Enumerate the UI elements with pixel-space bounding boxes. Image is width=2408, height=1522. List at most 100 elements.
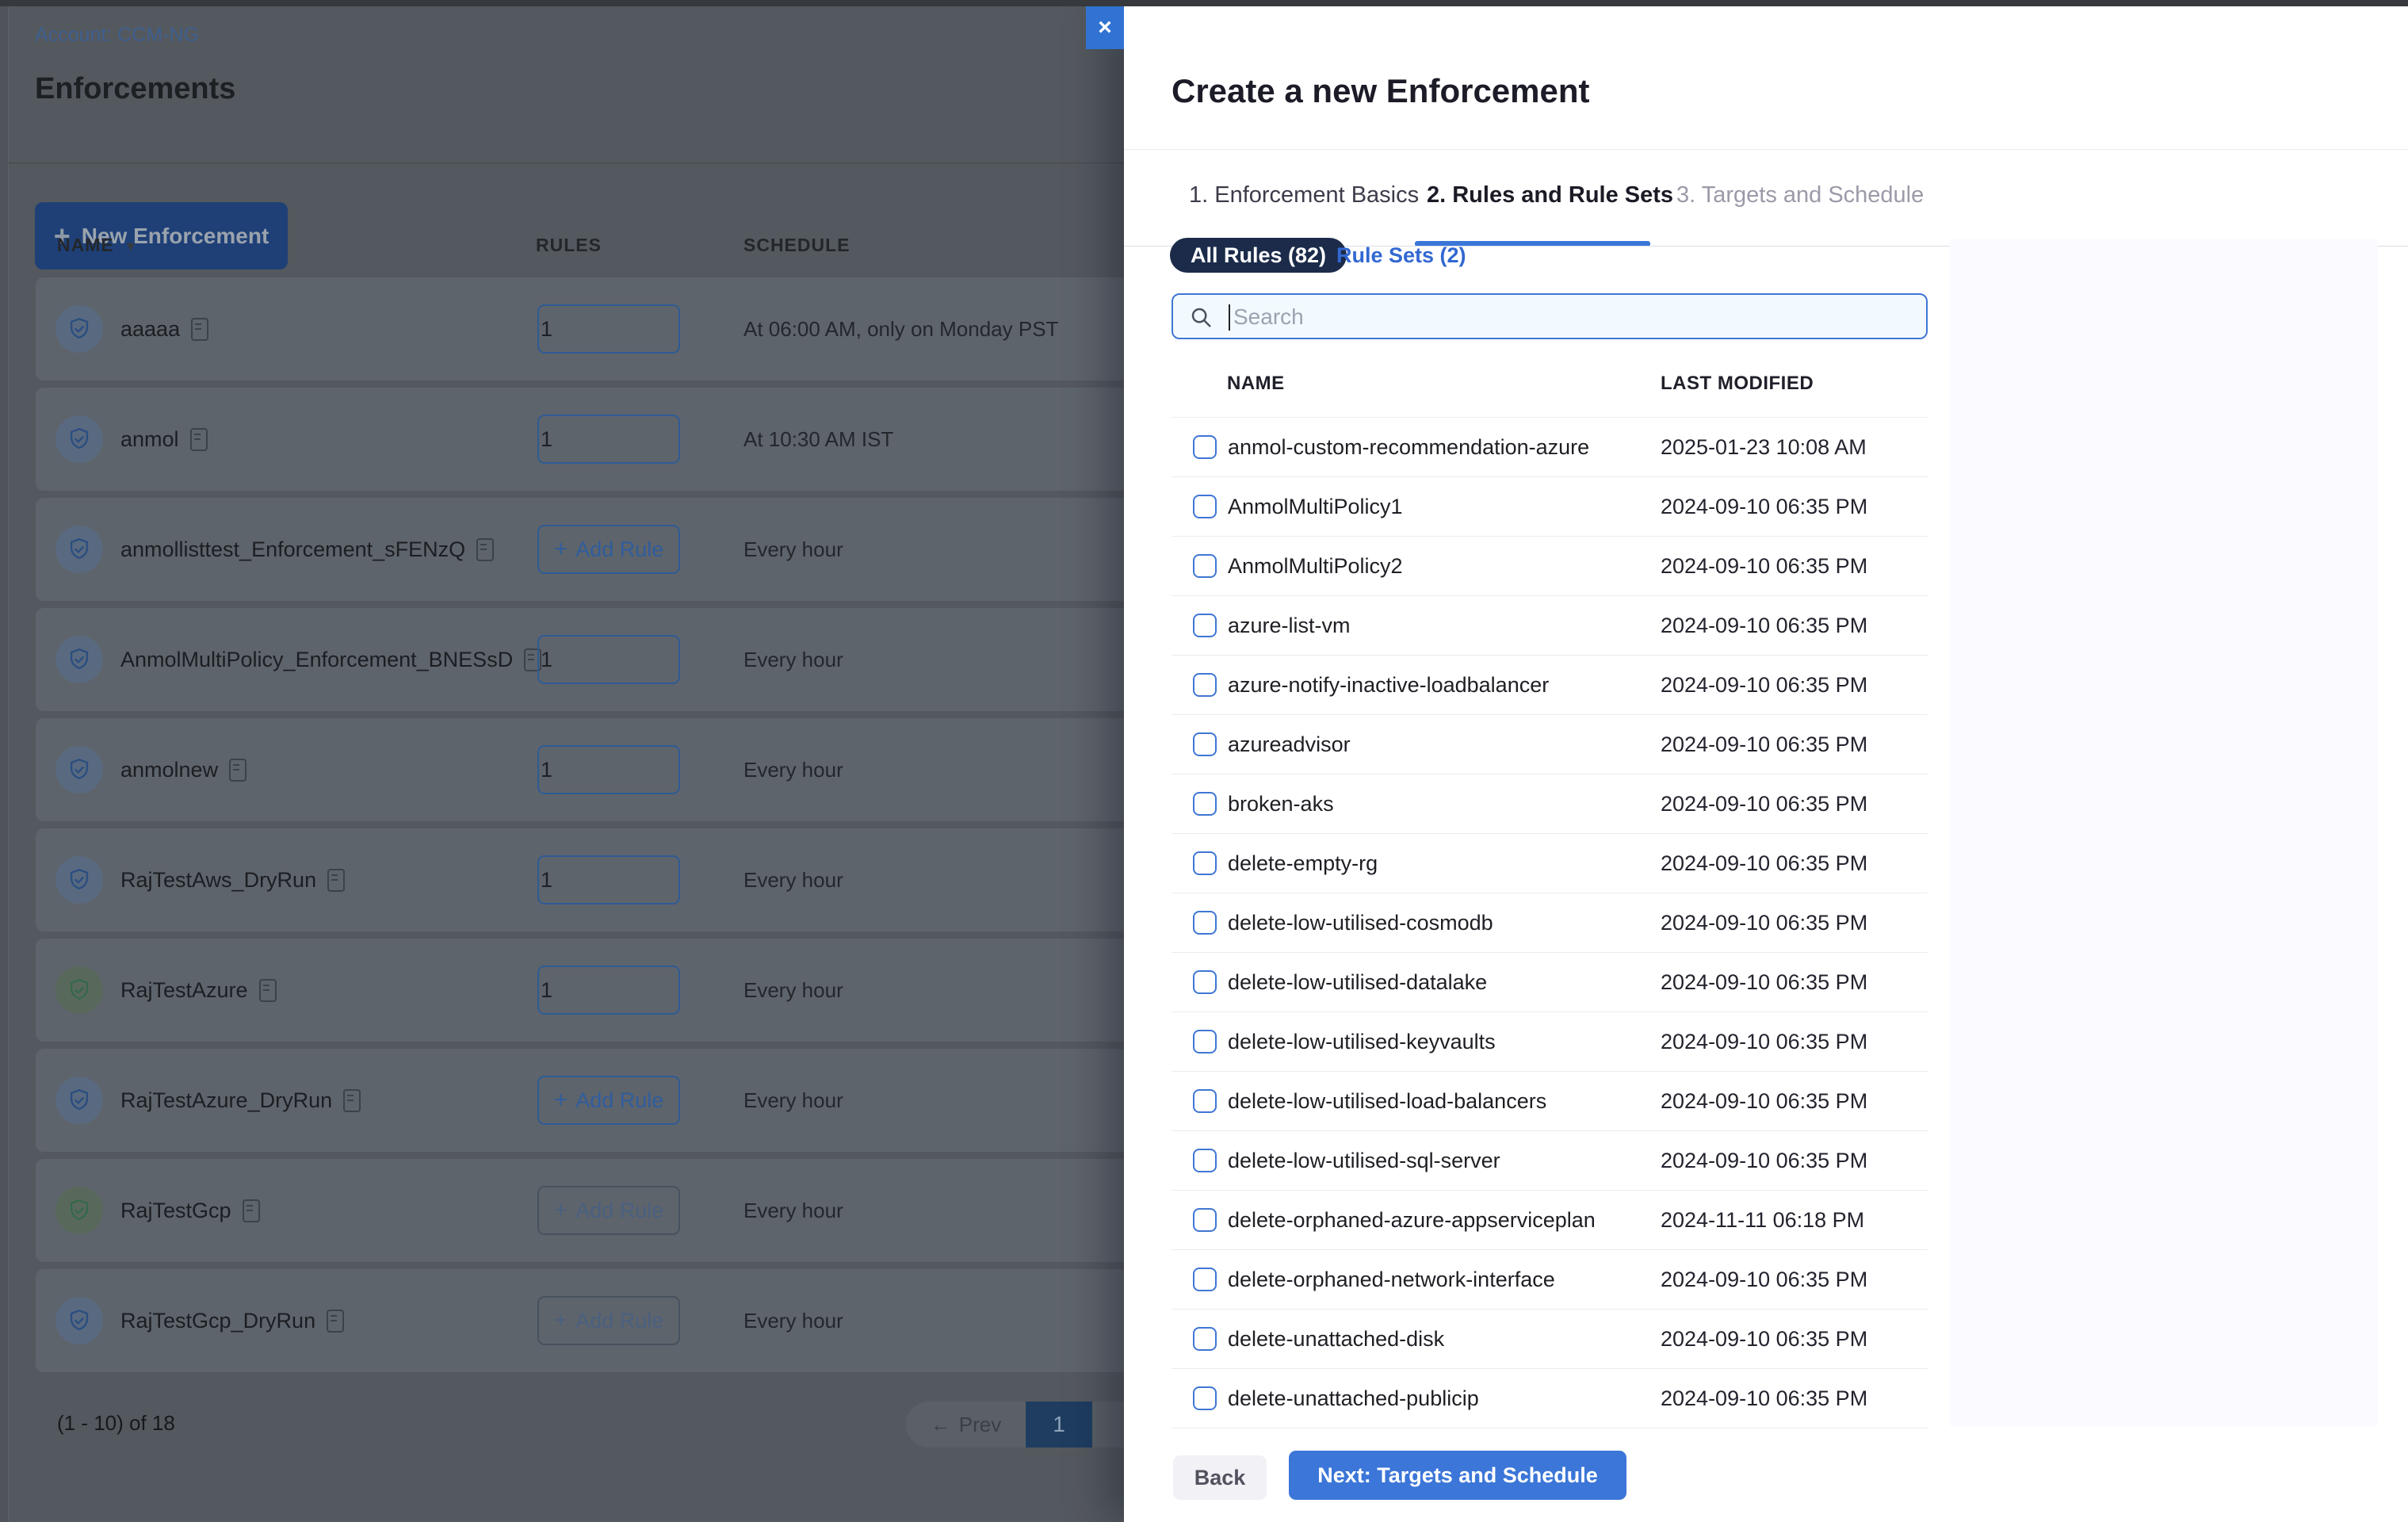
- rule-checkbox[interactable]: [1193, 673, 1217, 697]
- rule-row[interactable]: delete-empty-rg 2024-09-10 06:35 PM: [1172, 834, 1928, 893]
- rule-checkbox[interactable]: [1193, 851, 1217, 875]
- rule-row[interactable]: azure-notify-inactive-loadbalancer 2024-…: [1172, 656, 1928, 715]
- rule-row[interactable]: broken-aks 2024-09-10 06:35 PM: [1172, 774, 1928, 834]
- rule-row[interactable]: AnmolMultiPolicy1 2024-09-10 06:35 PM: [1172, 477, 1928, 537]
- rule-name: AnmolMultiPolicy2: [1228, 554, 1403, 579]
- plus-icon: +: [554, 1309, 568, 1333]
- enforcement-name: RajTestAws_DryRun: [120, 828, 345, 931]
- add-rule-button[interactable]: [537, 304, 680, 354]
- column-header-name-label: NAME: [57, 235, 114, 255]
- enforcement-row[interactable]: RajTestAzure_DryRun +Add Rule Every hour: [36, 1049, 1124, 1152]
- column-header-name[interactable]: NAME▾: [57, 235, 136, 256]
- enforcement-row[interactable]: anmol 1 At 10:30 AM IST: [36, 388, 1124, 491]
- enforcement-row[interactable]: anmollisttest_Enforcement_sFENzQ +Add Ru…: [36, 498, 1124, 601]
- rule-checkbox[interactable]: [1193, 1386, 1217, 1410]
- rule-checkbox[interactable]: [1193, 911, 1217, 935]
- shield-check-icon: [55, 415, 103, 463]
- rule-sets-filter-link[interactable]: Rule Sets (2): [1332, 238, 1471, 273]
- rule-checkbox[interactable]: [1193, 495, 1217, 518]
- rule-row[interactable]: delete-unattached-publicip 2024-09-10 06…: [1172, 1369, 1928, 1428]
- rule-checkbox[interactable]: [1193, 1268, 1217, 1291]
- window-top-strip: [0, 0, 2408, 6]
- rule-checkbox[interactable]: [1193, 435, 1217, 459]
- shield-check-icon: [55, 526, 103, 573]
- pagination-range-text: (1 - 10) of 18: [57, 1411, 175, 1436]
- add-rule-button[interactable]: +Add Rule: [537, 1186, 680, 1235]
- rule-checkbox[interactable]: [1193, 1149, 1217, 1172]
- enforcement-name: AnmolMultiPolicy_Enforcement_BNESsD: [120, 608, 541, 711]
- rule-checkbox[interactable]: [1193, 732, 1217, 756]
- add-rule-button[interactable]: [537, 635, 680, 684]
- add-rule-button[interactable]: [537, 855, 680, 904]
- rule-checkbox[interactable]: [1193, 1208, 1217, 1232]
- back-button[interactable]: Back: [1173, 1455, 1267, 1500]
- all-rules-filter-pill[interactable]: All Rules (82): [1170, 238, 1347, 273]
- schedule-text: Every hour: [743, 608, 843, 711]
- clipboard-icon: [476, 538, 494, 561]
- clipboard-icon: [191, 318, 208, 341]
- clipboard-icon: [327, 1310, 344, 1333]
- enforcement-row[interactable]: aaaaa 1 At 06:00 AM, only on Monday PST: [36, 277, 1124, 380]
- rule-checkbox[interactable]: [1193, 970, 1217, 994]
- rule-row[interactable]: delete-unattached-disk 2024-09-10 06:35 …: [1172, 1310, 1928, 1369]
- close-drawer-button[interactable]: ×: [1086, 6, 1124, 49]
- add-rule-button[interactable]: [537, 966, 680, 1015]
- pagination-page-1-button[interactable]: 1: [1026, 1402, 1092, 1447]
- rule-row[interactable]: azureadvisor 2024-09-10 06:35 PM: [1172, 715, 1928, 774]
- add-rule-button[interactable]: +Add Rule: [537, 1076, 680, 1125]
- enforcement-row[interactable]: RajTestAzure 1 Every hour: [36, 939, 1124, 1042]
- enforcement-row[interactable]: RajTestGcp_DryRun +Add Rule Every hour: [36, 1269, 1124, 1372]
- rule-checkbox[interactable]: [1193, 554, 1217, 578]
- search-input[interactable]: [1232, 296, 1917, 338]
- pagination: ← Prev 1: [906, 1402, 1124, 1447]
- rule-name: azureadvisor: [1228, 732, 1351, 757]
- shield-check-icon: [55, 856, 103, 904]
- rule-checkbox[interactable]: [1193, 614, 1217, 637]
- rule-row[interactable]: delete-low-utilised-datalake 2024-09-10 …: [1172, 953, 1928, 1012]
- rule-name: delete-low-utilised-keyvaults: [1228, 1030, 1496, 1054]
- rule-row[interactable]: delete-low-utilised-cosmodb 2024-09-10 0…: [1172, 893, 1928, 953]
- rule-row[interactable]: delete-orphaned-network-interface 2024-0…: [1172, 1250, 1928, 1310]
- pagination-prev-button[interactable]: ← Prev: [906, 1402, 1026, 1447]
- rule-name: broken-aks: [1228, 792, 1334, 816]
- rule-row[interactable]: delete-orphaned-azure-appserviceplan 202…: [1172, 1191, 1928, 1250]
- clipboard-icon: [259, 979, 277, 1002]
- rule-last-modified: 2024-11-11 06:18 PM: [1661, 1208, 1864, 1233]
- rule-row[interactable]: AnmolMultiPolicy2 2024-09-10 06:35 PM: [1172, 537, 1928, 596]
- enforcement-row[interactable]: AnmolMultiPolicy_Enforcement_BNESsD 1 Ev…: [36, 608, 1124, 711]
- add-rule-button[interactable]: [537, 415, 680, 464]
- rule-row[interactable]: anmol-custom-recommendation-azure 2025-0…: [1172, 418, 1928, 477]
- enforcement-row[interactable]: RajTestGcp +Add Rule Every hour: [36, 1159, 1124, 1262]
- plus-icon: +: [554, 1088, 568, 1112]
- rule-row[interactable]: delete-low-utilised-keyvaults 2024-09-10…: [1172, 1012, 1928, 1072]
- step-tab-rules-and-rule-sets[interactable]: 2. Rules and Rule Sets: [1427, 182, 1673, 208]
- schedule-text: Every hour: [743, 939, 843, 1042]
- enforcement-row[interactable]: RajTestAws_DryRun 1 Every hour: [36, 828, 1124, 931]
- add-rule-button[interactable]: [537, 745, 680, 794]
- rule-row[interactable]: delete-low-utilised-sql-server 2024-09-1…: [1172, 1131, 1928, 1191]
- clipboard-icon: [343, 1089, 361, 1112]
- text-cursor: [1229, 304, 1230, 331]
- rule-checkbox[interactable]: [1193, 792, 1217, 816]
- rule-checkbox[interactable]: [1193, 1030, 1217, 1054]
- nav-edge-divider: [0, 6, 9, 1522]
- schedule-text: Every hour: [743, 828, 843, 931]
- rule-row[interactable]: delete-low-utilised-load-balancers 2024-…: [1172, 1072, 1928, 1131]
- rule-checkbox[interactable]: [1193, 1089, 1217, 1113]
- shield-check-icon: [55, 1187, 103, 1234]
- rule-last-modified: 2024-09-10 06:35 PM: [1661, 1089, 1867, 1114]
- enforcement-row[interactable]: anmolnew 1 Every hour: [36, 718, 1124, 821]
- next-targets-schedule-button[interactable]: Next: Targets and Schedule: [1289, 1451, 1626, 1500]
- rule-row[interactable]: azure-list-vm 2024-09-10 06:35 PM: [1172, 596, 1928, 656]
- rule-name: delete-orphaned-azure-appserviceplan: [1228, 1208, 1596, 1233]
- breadcrumb[interactable]: Account: CCM-NG: [35, 24, 199, 47]
- rule-checkbox[interactable]: [1193, 1327, 1217, 1351]
- rule-last-modified: 2024-09-10 06:35 PM: [1661, 851, 1867, 876]
- step-tab-enforcement-basics[interactable]: 1. Enforcement Basics: [1189, 182, 1419, 208]
- shield-check-icon: [55, 746, 103, 794]
- step-tab-targets-and-schedule[interactable]: 3. Targets and Schedule: [1676, 182, 1924, 208]
- rule-last-modified: 2024-09-10 06:35 PM: [1661, 614, 1867, 638]
- add-rule-button[interactable]: +Add Rule: [537, 1296, 680, 1345]
- add-rule-button[interactable]: +Add Rule: [537, 525, 680, 574]
- schedule-text: Every hour: [743, 1269, 843, 1372]
